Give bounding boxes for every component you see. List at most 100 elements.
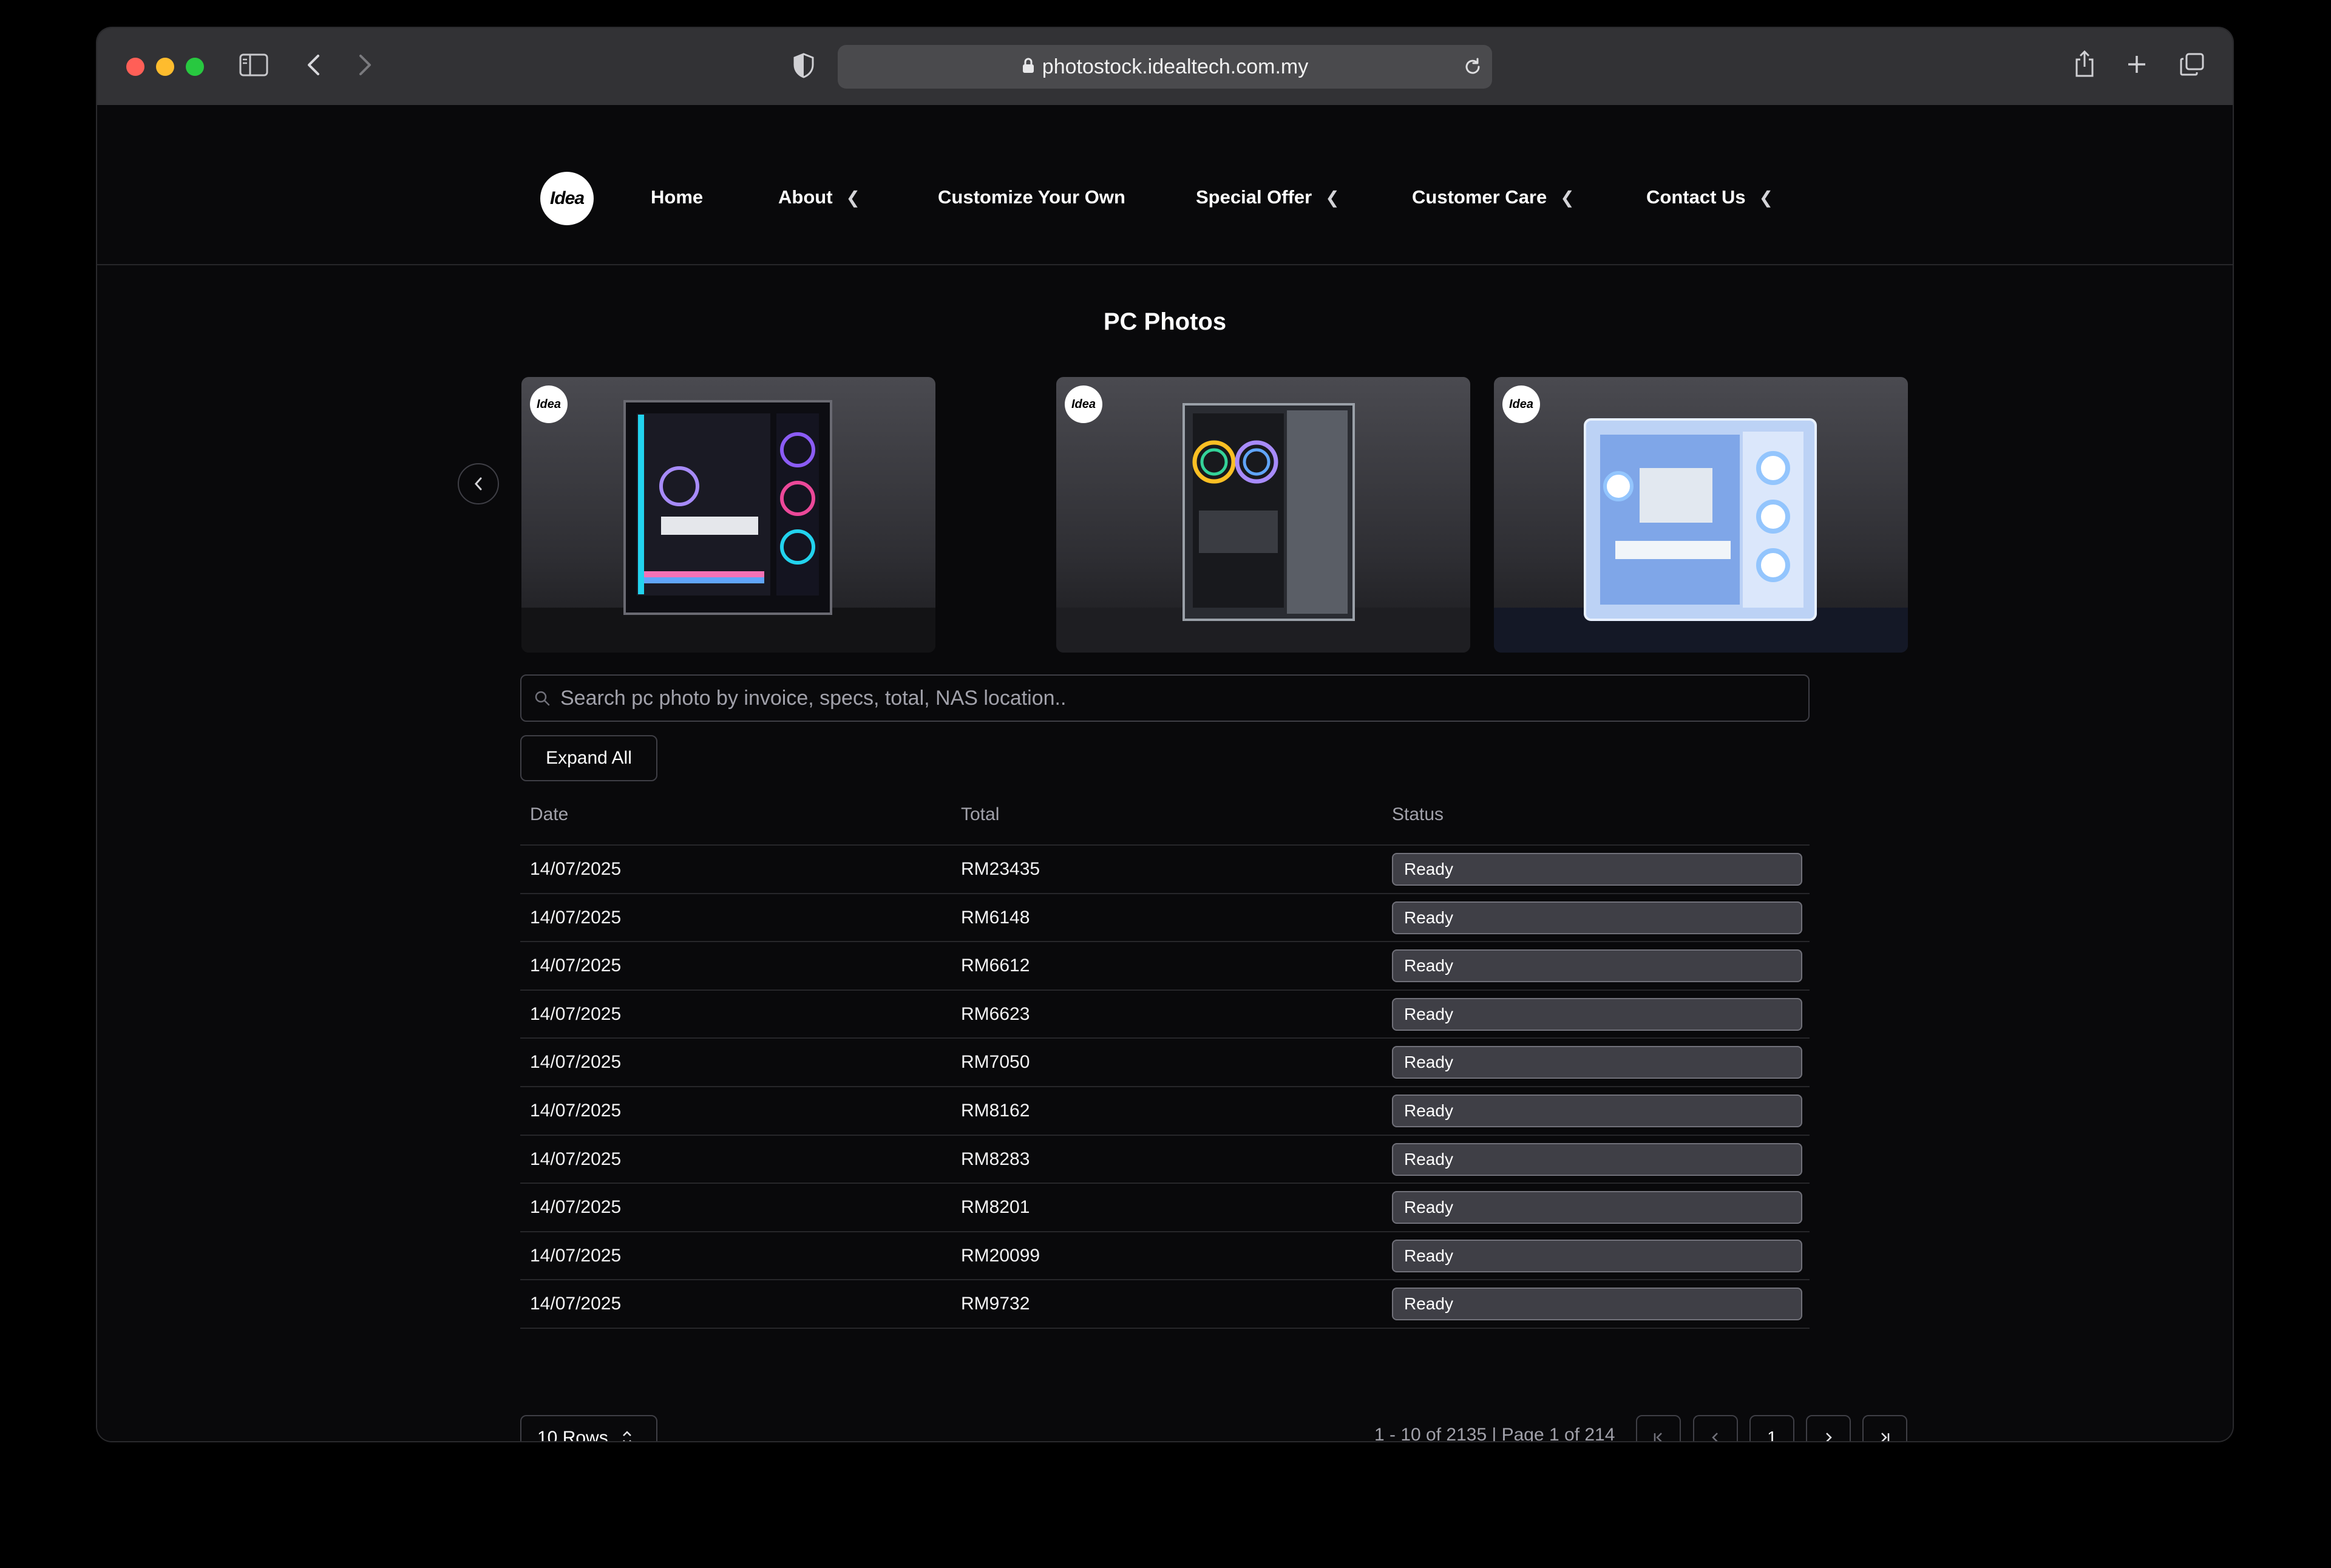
current-page-button[interactable]: 1 bbox=[1749, 1415, 1794, 1441]
chevron-left-icon: ❮ bbox=[846, 188, 860, 207]
cell-date: 14/07/2025 bbox=[530, 1294, 622, 1314]
status-badge: Ready bbox=[1392, 949, 1802, 983]
cell-total: RM20099 bbox=[961, 1245, 1040, 1266]
browser-toolbar: photostock.idealtech.com.my bbox=[97, 28, 2233, 106]
table-header: Date Total Status bbox=[520, 790, 1810, 846]
status-badge: Ready bbox=[1392, 1046, 1802, 1079]
status-badge: Ready bbox=[1392, 997, 1802, 1031]
table-row[interactable]: 14/07/2025 RM20099 Ready bbox=[520, 1232, 1810, 1281]
cell-total: RM8162 bbox=[961, 1100, 1030, 1121]
pc-photo-2[interactable]: Idea bbox=[1056, 377, 1470, 653]
minimize-window-button[interactable] bbox=[156, 58, 174, 76]
idea-logo-badge: Idea bbox=[1502, 385, 1540, 423]
status-badge: Ready bbox=[1392, 1142, 1802, 1176]
expand-all-button[interactable]: Expand All bbox=[520, 735, 657, 781]
table-row[interactable]: 14/07/2025 RM8162 Ready bbox=[520, 1087, 1810, 1136]
status-badge: Ready bbox=[1392, 1288, 1802, 1321]
pc-photo-image bbox=[1494, 418, 1908, 653]
cell-total: RM6612 bbox=[961, 955, 1030, 976]
status-badge: Ready bbox=[1392, 853, 1802, 886]
nav-label: Special Offer bbox=[1196, 186, 1312, 208]
search-box[interactable] bbox=[520, 674, 1810, 722]
cell-total: RM6148 bbox=[961, 907, 1030, 928]
next-page-button[interactable] bbox=[1806, 1415, 1851, 1441]
last-page-button[interactable] bbox=[1862, 1415, 1907, 1441]
maximize-window-button[interactable] bbox=[186, 58, 204, 76]
pc-photo-1[interactable]: Idea bbox=[521, 377, 935, 653]
nav-label: About bbox=[778, 186, 833, 208]
nav-label: Contact Us bbox=[1646, 186, 1746, 208]
status-badge: Ready bbox=[1392, 1239, 1802, 1272]
page-title: PC Photos bbox=[1103, 308, 1227, 335]
forward-icon[interactable] bbox=[353, 52, 378, 78]
cell-date: 14/07/2025 bbox=[530, 1245, 622, 1266]
nav-item-customize[interactable]: Customize Your Own bbox=[938, 185, 1125, 209]
table-row[interactable]: 14/07/2025 RM6612 Ready bbox=[520, 942, 1810, 991]
nav-item-home[interactable]: Home bbox=[651, 185, 703, 209]
cell-date: 14/07/2025 bbox=[530, 955, 622, 976]
chevron-left-icon: ❮ bbox=[1560, 188, 1575, 207]
cell-total: RM8283 bbox=[961, 1149, 1030, 1169]
column-header-total[interactable]: Total bbox=[961, 804, 999, 825]
search-icon bbox=[535, 691, 550, 706]
page-content: Idea Home About ❮ Customize Your Own Spe… bbox=[97, 105, 2233, 1441]
close-window-button[interactable] bbox=[126, 58, 144, 76]
chevron-left-icon: ❮ bbox=[1759, 188, 1774, 207]
cell-date: 14/07/2025 bbox=[530, 1197, 622, 1218]
site-logo[interactable]: Idea bbox=[540, 172, 594, 225]
nav-item-customer-care[interactable]: Customer Care ❮ bbox=[1412, 185, 1575, 209]
nav-item-about[interactable]: About ❮ bbox=[778, 185, 860, 209]
table-row[interactable]: 14/07/2025 RM8283 Ready bbox=[520, 1136, 1810, 1184]
table-body: 14/07/2025 RM23435 Ready 14/07/2025 RM6148 Re… bbox=[520, 846, 1810, 1329]
privacy-shield-icon[interactable] bbox=[790, 51, 817, 80]
cell-total: RM6623 bbox=[961, 1003, 1030, 1024]
first-page-button[interactable] bbox=[1636, 1415, 1681, 1441]
browser-window: photostock.idealtech.com.my Idea Home Ab… bbox=[97, 28, 2233, 1441]
search-input[interactable] bbox=[559, 685, 1808, 711]
status-badge: Ready bbox=[1392, 1191, 1802, 1224]
pc-photo-image bbox=[521, 400, 935, 653]
idea-logo-badge: Idea bbox=[1065, 385, 1102, 423]
rows-per-page-select[interactable]: 10 Rows bbox=[520, 1415, 657, 1441]
carousel-prev-button[interactable] bbox=[458, 463, 499, 504]
sidebar-toggle-icon[interactable] bbox=[238, 52, 270, 78]
nav-label: Home bbox=[651, 186, 704, 208]
nav-label: Customize Your Own bbox=[938, 186, 1125, 208]
prev-page-button[interactable] bbox=[1693, 1415, 1738, 1441]
nav-label: Customer Care bbox=[1412, 186, 1547, 208]
table-row[interactable]: 14/07/2025 RM23435 Ready bbox=[520, 846, 1810, 894]
table-row[interactable]: 14/07/2025 RM6623 Ready bbox=[520, 991, 1810, 1039]
table-row[interactable]: 14/07/2025 RM6148 Ready bbox=[520, 894, 1810, 943]
chevron-updown-icon bbox=[622, 1431, 631, 1441]
column-header-date[interactable]: Date bbox=[530, 804, 568, 825]
cell-date: 14/07/2025 bbox=[530, 1100, 622, 1121]
chevron-left-icon: ❮ bbox=[1325, 188, 1340, 207]
chevron-right-icon bbox=[1826, 1433, 1832, 1441]
cell-total: RM8201 bbox=[961, 1197, 1030, 1218]
chevron-left-icon bbox=[1712, 1433, 1718, 1441]
url-text: photostock.idealtech.com.my bbox=[1042, 55, 1309, 78]
idea-logo-badge: Idea bbox=[530, 385, 568, 423]
status-badge: Ready bbox=[1392, 1094, 1802, 1127]
status-badge: Ready bbox=[1392, 901, 1802, 934]
nav-item-special-offer[interactable]: Special Offer ❮ bbox=[1196, 185, 1340, 209]
share-icon[interactable] bbox=[2072, 47, 2097, 80]
tab-overview-icon[interactable] bbox=[2178, 51, 2206, 78]
nav-item-contact-us[interactable]: Contact Us ❮ bbox=[1646, 185, 1773, 209]
rows-per-page-label: 10 Rows bbox=[537, 1428, 608, 1441]
photo-table: Date Total Status 14/07/2025 RM23435 Ready… bbox=[520, 790, 1810, 1329]
cell-date: 14/07/2025 bbox=[530, 1149, 622, 1169]
top-navigation: Idea Home About ❮ Customize Your Own Spe… bbox=[97, 105, 2233, 265]
column-header-status[interactable]: Status bbox=[1392, 804, 1444, 825]
chevron-left-icon bbox=[474, 477, 482, 490]
table-row[interactable]: 14/07/2025 RM9732 Ready bbox=[520, 1280, 1810, 1329]
table-row[interactable]: 14/07/2025 RM8201 Ready bbox=[520, 1184, 1810, 1232]
new-tab-icon[interactable] bbox=[2125, 51, 2149, 78]
cell-total: RM23435 bbox=[961, 859, 1040, 879]
lock-icon bbox=[1022, 57, 1035, 77]
address-bar[interactable]: photostock.idealtech.com.my bbox=[838, 45, 1492, 89]
back-icon[interactable] bbox=[301, 52, 325, 78]
reload-icon[interactable] bbox=[1463, 57, 1482, 80]
table-row[interactable]: 14/07/2025 RM7050 Ready bbox=[520, 1039, 1810, 1087]
pc-photo-3[interactable]: Idea bbox=[1494, 377, 1908, 653]
